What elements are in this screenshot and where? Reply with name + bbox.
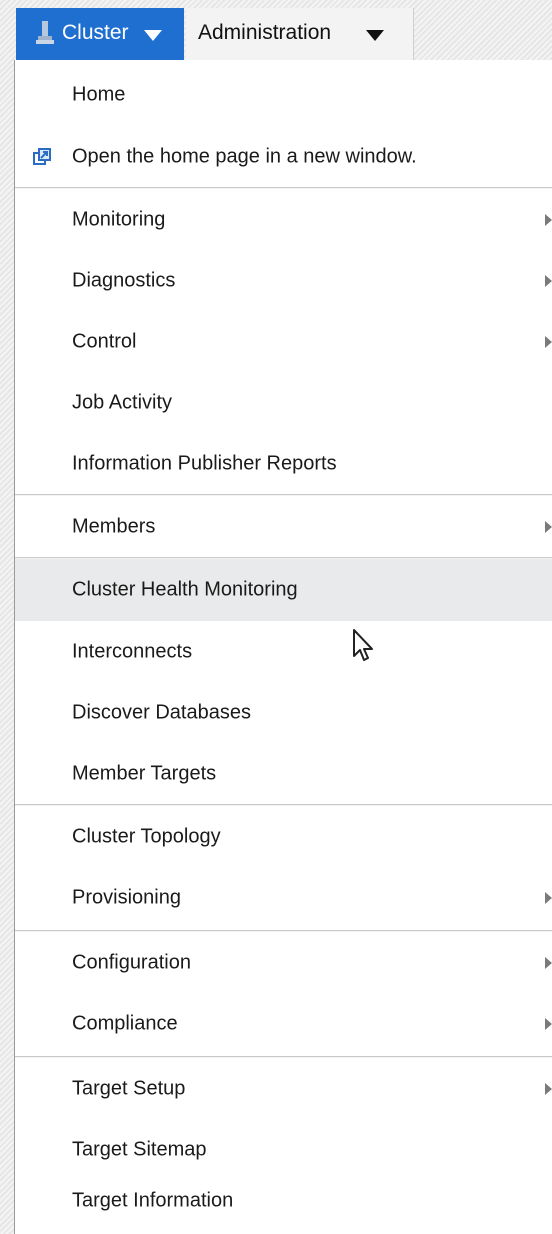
menu-item-members[interactable]: Members bbox=[15, 496, 552, 558]
menu-item-label: Provisioning bbox=[72, 886, 181, 909]
menu-item-target-information[interactable]: Target Information bbox=[15, 1170, 552, 1232]
menu-item-cluster-topology[interactable]: Cluster Topology bbox=[15, 806, 552, 868]
menu-item-label: Diagnostics bbox=[72, 269, 176, 292]
administration-menu-label: Administration bbox=[198, 21, 332, 44]
menu-item-label: Target Information bbox=[72, 1189, 234, 1212]
chevron-down-icon bbox=[366, 30, 384, 41]
menu-item-monitoring[interactable]: Monitoring bbox=[15, 189, 552, 251]
menu-item-control[interactable]: Control bbox=[15, 311, 552, 373]
cluster-menu-label: Cluster bbox=[62, 21, 129, 44]
menu-item-job-activity[interactable]: Job Activity bbox=[15, 372, 552, 434]
menu-bar: Cluster Administration bbox=[0, 0, 552, 62]
menu-item-compliance[interactable]: Compliance bbox=[15, 993, 552, 1055]
chevron-down-icon bbox=[144, 30, 162, 41]
menu-item-label: Configuration bbox=[72, 951, 191, 974]
cluster-dropdown-menu: Home Open the home page in a new window.… bbox=[14, 60, 552, 1234]
menu-item-label: Cluster Health Monitoring bbox=[72, 578, 298, 601]
submenu-arrow-icon bbox=[545, 1083, 552, 1095]
menu-item-open-home-new-window[interactable]: Open the home page in a new window. bbox=[15, 126, 552, 188]
submenu-arrow-icon bbox=[545, 892, 552, 904]
menu-item-label: Cluster Topology bbox=[72, 825, 221, 848]
menu-item-label: Open the home page in a new window. bbox=[72, 145, 417, 168]
menu-item-information-publisher-reports[interactable]: Information Publisher Reports bbox=[15, 433, 552, 495]
submenu-arrow-icon bbox=[545, 214, 552, 226]
menu-item-label: Target Setup bbox=[72, 1077, 186, 1100]
menu-item-label: Control bbox=[72, 330, 137, 353]
administration-menu-button[interactable]: Administration bbox=[186, 8, 414, 60]
menu-item-label: Compliance bbox=[72, 1012, 178, 1035]
cluster-menu-button[interactable]: Cluster bbox=[16, 8, 184, 60]
new-window-icon bbox=[33, 148, 51, 165]
menu-item-label: Members bbox=[72, 515, 156, 538]
menu-item-cluster-health-monitoring[interactable]: Cluster Health Monitoring bbox=[15, 559, 552, 621]
menu-item-member-targets[interactable]: Member Targets bbox=[15, 743, 552, 805]
menu-item-label: Home bbox=[72, 83, 126, 106]
menu-item-configuration[interactable]: Configuration bbox=[15, 932, 552, 994]
submenu-arrow-icon bbox=[545, 275, 552, 287]
menu-item-label: Information Publisher Reports bbox=[72, 452, 337, 475]
menu-item-home[interactable]: Home bbox=[15, 64, 552, 126]
menu-item-label: Interconnects bbox=[72, 640, 193, 663]
menu-item-diagnostics[interactable]: Diagnostics bbox=[15, 250, 552, 312]
submenu-arrow-icon bbox=[545, 336, 552, 348]
submenu-arrow-icon bbox=[545, 957, 552, 969]
menu-item-discover-databases[interactable]: Discover Databases bbox=[15, 682, 552, 744]
menu-item-label: Target Sitemap bbox=[72, 1138, 207, 1161]
menu-item-label: Discover Databases bbox=[72, 701, 251, 724]
menu-item-label: Monitoring bbox=[72, 208, 166, 231]
menu-item-target-setup[interactable]: Target Setup bbox=[15, 1058, 552, 1120]
menu-item-label: Member Targets bbox=[72, 762, 217, 785]
submenu-arrow-icon bbox=[545, 1018, 552, 1030]
submenu-arrow-icon bbox=[545, 521, 552, 533]
menu-item-label: Job Activity bbox=[72, 391, 173, 414]
menu-item-provisioning[interactable]: Provisioning bbox=[15, 867, 552, 929]
mouse-cursor-icon bbox=[353, 629, 373, 661]
target-icon bbox=[36, 21, 54, 44]
menu-item-interconnects[interactable]: Interconnects bbox=[15, 621, 552, 683]
